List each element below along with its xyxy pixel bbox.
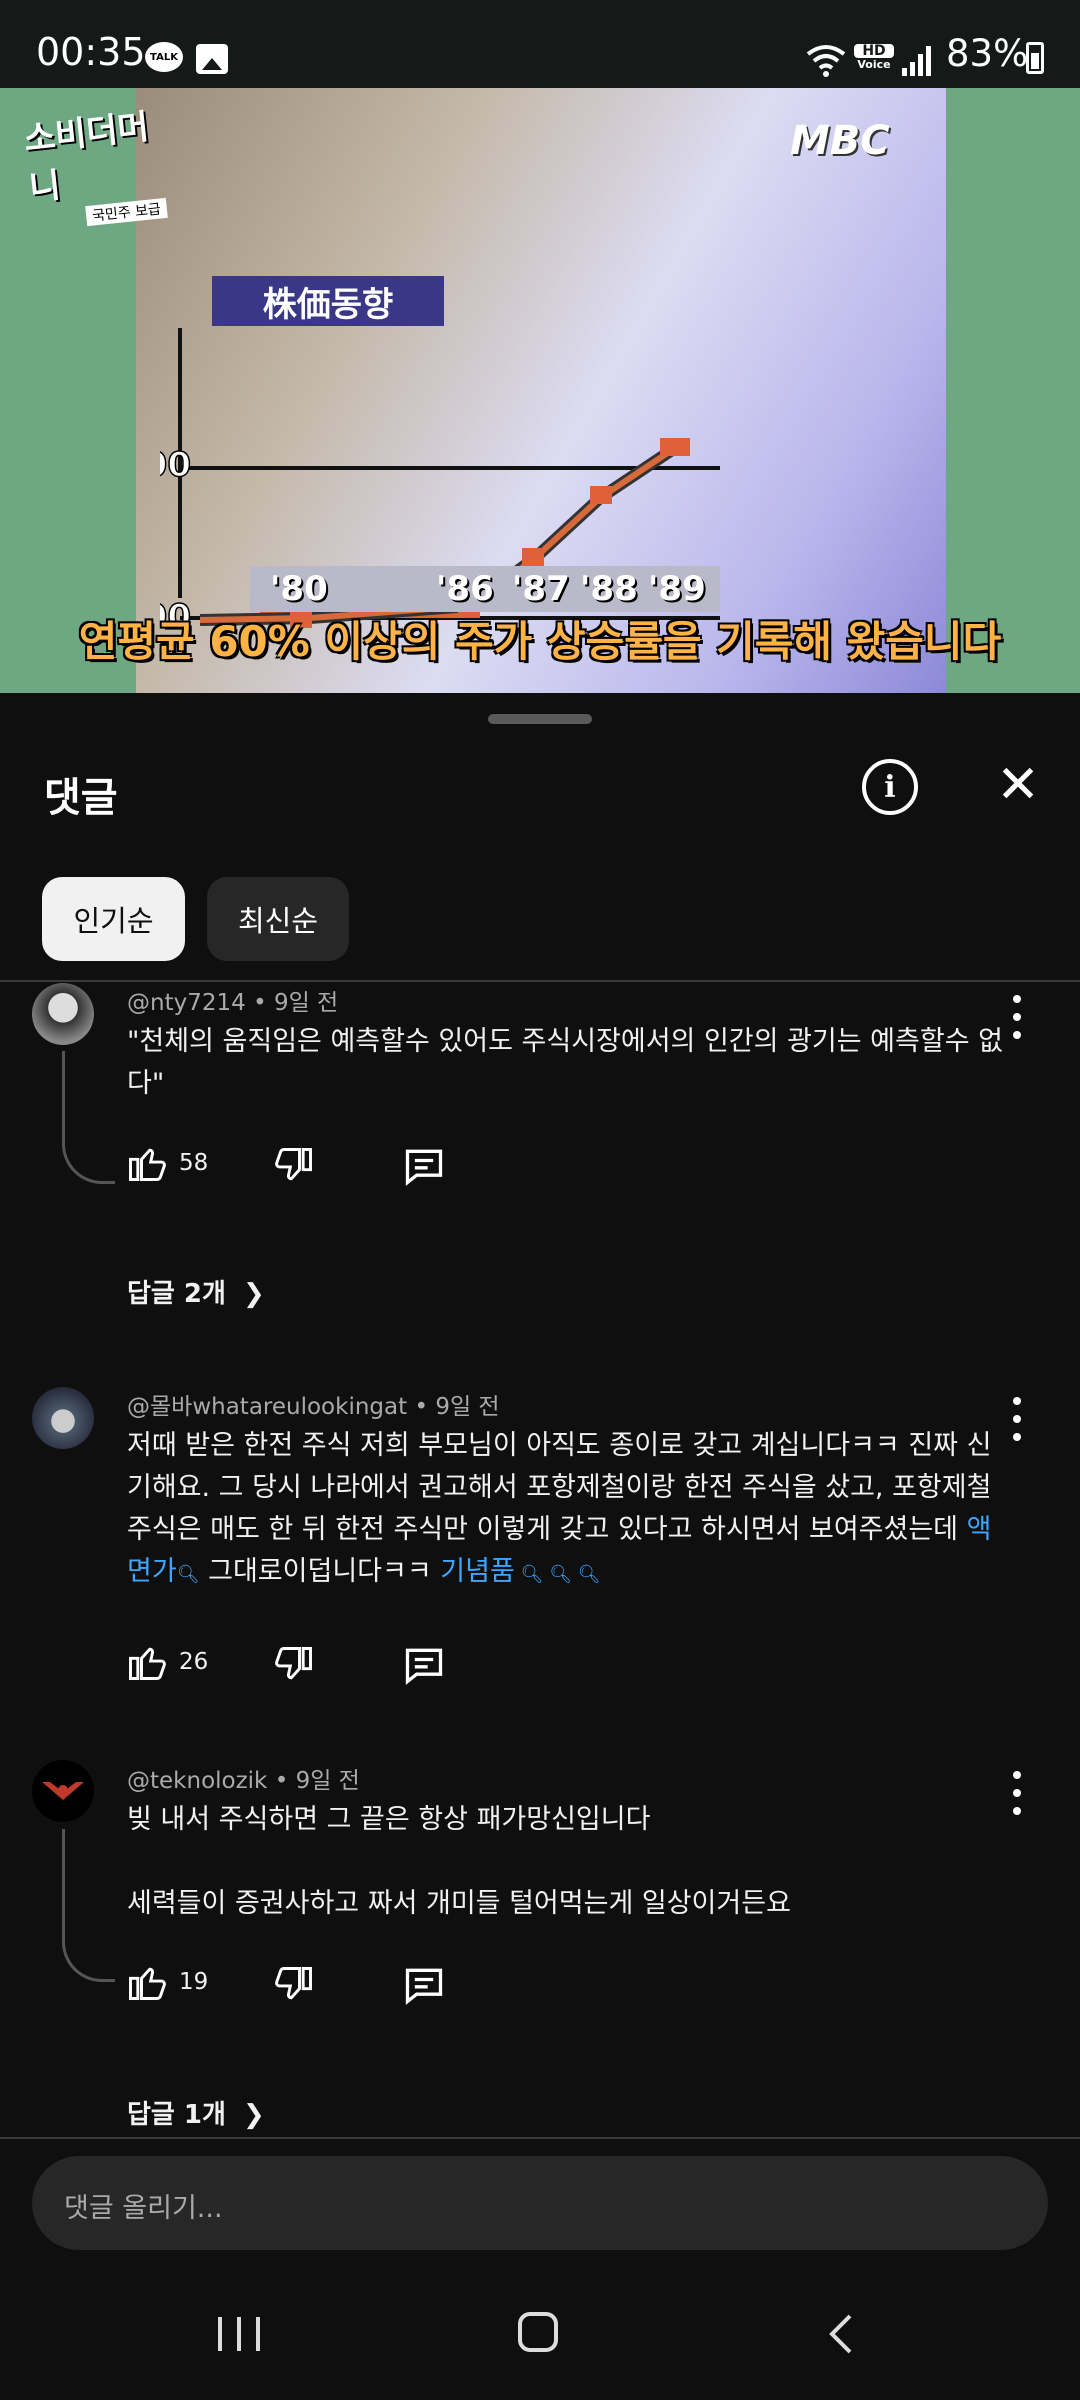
like-button[interactable]: 26 xyxy=(125,1637,208,1687)
wifi-icon xyxy=(806,42,846,78)
comment-text: 빚 내서 주식하면 그 끝은 항상 패가망신입니다 xyxy=(127,1804,651,1835)
dislike-button[interactable] xyxy=(272,1640,316,1690)
search-icon[interactable]: 🔍︎ 🔍︎ 🔍︎ xyxy=(515,1564,601,1585)
reply-button[interactable] xyxy=(402,1640,446,1690)
like-count: 26 xyxy=(179,1649,209,1675)
signal-icon xyxy=(902,44,934,76)
chart-x-tick: '88 xyxy=(580,569,638,609)
chip-latest[interactable]: 최신순 xyxy=(207,877,349,961)
avatar-logo-icon xyxy=(42,1782,84,1800)
chart-x-tick: '89 xyxy=(648,569,706,609)
more-options-icon[interactable] xyxy=(1007,1771,1027,1815)
divider xyxy=(0,980,1080,982)
info-icon[interactable]: i xyxy=(862,759,918,815)
replies-label: 답글 1개 xyxy=(127,2100,226,2130)
broadcaster-logo: MBC xyxy=(790,118,890,164)
avatar[interactable] xyxy=(32,983,94,1045)
chart-x-tick: '87 xyxy=(512,569,570,609)
reply-button[interactable] xyxy=(402,1141,446,1191)
gallery-icon xyxy=(196,44,228,74)
comment-text-part: 저때 받은 한전 주식 저희 부모님이 아직도 종이로 갖고 계십니다ㅋㅋ 진짜… xyxy=(127,1430,992,1545)
comment-time: • 9일 전 xyxy=(414,1394,500,1420)
voice-label: Voice xyxy=(857,58,891,71)
reply-icon xyxy=(405,1149,443,1186)
recent-apps-icon[interactable] xyxy=(218,2317,260,2351)
home-icon[interactable] xyxy=(518,2312,558,2352)
chart-x-tick: '80 xyxy=(270,569,328,609)
replies-label: 답글 2개 xyxy=(127,1279,226,1309)
reply-icon xyxy=(405,1968,443,2005)
like-button[interactable]: 58 xyxy=(125,1138,208,1188)
chevron-right-icon: ❯ xyxy=(242,1279,265,1309)
thumbs-up-icon xyxy=(129,1148,166,1181)
thumbs-up-icon xyxy=(129,1647,166,1680)
video-subtitle: 연평균 60% 이상의 주가 상승률을 기록해 왔습니다 xyxy=(78,617,1002,666)
channel-logo-main: 소비더머니 xyxy=(22,106,151,209)
comment-text: "천체의 움직임은 예측할수 있어도 주식시장에서의 인간의 광기는 예측할수 … xyxy=(127,1026,1003,1099)
thumbs-down-icon xyxy=(275,1967,312,2000)
comment-author[interactable]: @nty7214 xyxy=(127,990,246,1016)
chart-x-axis-band: '80 '86 '87 '88 '89 xyxy=(250,566,720,612)
dislike-button[interactable] xyxy=(272,1141,316,1191)
hd-voice-icon: HD Voice xyxy=(854,44,894,78)
search-icon[interactable]: 🔍︎ xyxy=(177,1564,200,1585)
back-icon[interactable] xyxy=(826,2312,854,2356)
reply-button[interactable] xyxy=(402,1960,446,2010)
more-options-icon[interactable] xyxy=(1007,1397,1027,1441)
chart-x-tick: '86 xyxy=(436,569,494,609)
comments-sheet: 댓글 i ✕ 인기순 최신순 @nty7214 • 9일 전 "천체의 움직임은… xyxy=(0,693,1080,2400)
avatar[interactable] xyxy=(32,1760,94,1822)
comment-time: • 9일 전 xyxy=(274,1768,360,1794)
thread-line xyxy=(62,1829,115,1982)
battery-percent: 83% xyxy=(946,32,1029,75)
dislike-button[interactable] xyxy=(272,1960,316,2010)
like-count: 58 xyxy=(179,1150,209,1176)
avatar[interactable] xyxy=(32,1387,94,1449)
reply-icon xyxy=(405,1648,443,1685)
view-replies-button[interactable]: 답글 1개 ❯ xyxy=(127,2094,265,2131)
close-icon[interactable]: ✕ xyxy=(990,757,1046,813)
kakaotalk-icon: TALK xyxy=(145,42,183,72)
search-link[interactable]: 기념품 xyxy=(440,1556,515,1587)
chip-popular[interactable]: 인기순 xyxy=(42,877,185,961)
comment-text-part: 그대로이덥니다ㅋㅋ xyxy=(199,1556,441,1587)
comment-meta: @nty7214 • 9일 전 xyxy=(127,983,338,1017)
thumbs-down-icon xyxy=(275,1647,312,1680)
like-count: 19 xyxy=(179,1969,209,1995)
drag-handle[interactable] xyxy=(488,714,592,724)
comment-text: 세력들이 증권사하고 짜서 개미들 털어먹는게 일상이거든요 xyxy=(127,1888,791,1919)
comment-author[interactable]: @몰바whatareulookingat xyxy=(127,1394,407,1420)
thumbs-down-icon xyxy=(275,1148,312,1181)
comment-meta: @몰바whatareulookingat • 9일 전 xyxy=(127,1387,500,1421)
hd-label: HD xyxy=(854,44,894,58)
comment-time: • 9일 전 xyxy=(253,990,339,1016)
comment-meta: @teknolozik • 9일 전 xyxy=(127,1761,360,1795)
chevron-right-icon: ❯ xyxy=(242,2100,265,2130)
battery-icon xyxy=(1026,42,1044,74)
thumbs-up-icon xyxy=(129,1967,166,2000)
status-time: 00:35 xyxy=(36,30,146,74)
sheet-title: 댓글 xyxy=(44,775,118,821)
more-options-icon[interactable] xyxy=(1007,995,1027,1039)
comment-input-placeholder: 댓글 올리기... xyxy=(64,2193,223,2224)
chart-y-tick: 900 xyxy=(160,445,191,485)
video-player[interactable]: 소비더머니 국민주 보급 MBC 株価동향 900 100 '80 '86 '8… xyxy=(0,88,1080,693)
like-button[interactable]: 19 xyxy=(125,1957,208,2007)
view-replies-button[interactable]: 답글 2개 ❯ xyxy=(127,1273,265,1310)
divider xyxy=(0,2137,1080,2139)
comment-text: 저때 받은 한전 주식 저희 부모님이 아직도 종이로 갖고 계십니다ㅋㅋ 진짜… xyxy=(127,1425,1007,1596)
comment-author[interactable]: @teknolozik xyxy=(127,1768,267,1794)
thread-line xyxy=(62,1051,115,1184)
channel-logo: 소비더머니 국민주 보급 xyxy=(22,104,176,227)
